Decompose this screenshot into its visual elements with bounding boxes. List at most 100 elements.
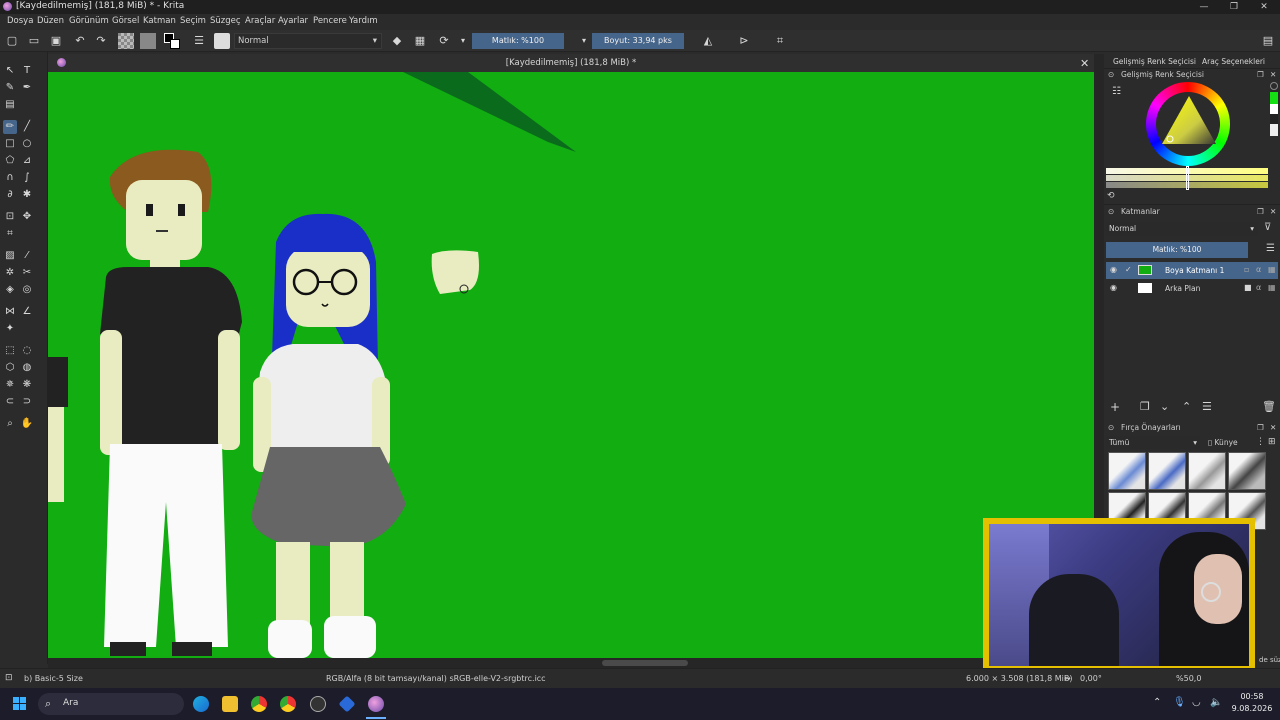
brush-preset-2[interactable] <box>1148 452 1186 490</box>
ellipse-select-icon[interactable]: ◌ <box>20 344 34 358</box>
saturation-value-triangle[interactable] <box>1160 94 1218 146</box>
reference-images-icon[interactable]: ✦ <box>3 322 17 336</box>
alpha-inherit-icon[interactable]: α <box>1256 265 1261 274</box>
tag-dropdown-icon[interactable]: ⋮ <box>1256 437 1265 447</box>
gradient-tool-icon[interactable]: ▨ <box>3 249 17 263</box>
minimize-button[interactable]: — <box>1189 0 1219 14</box>
layers-lock-icon[interactable]: ⊙ <box>1108 207 1114 216</box>
similar-select-icon[interactable]: ❋ <box>20 378 34 392</box>
maximize-button[interactable]: ❐ <box>1219 0 1249 14</box>
visibility-eye-icon[interactable]: ◉ <box>1110 265 1117 274</box>
menu-image[interactable]: Görsel <box>112 16 139 26</box>
alpha-inherit-icon[interactable]: α <box>1256 283 1261 292</box>
visibility-eye-icon[interactable]: ◉ <box>1110 283 1117 292</box>
polygon-tool-icon[interactable]: ⬠ <box>3 154 17 168</box>
bezier-tool-icon[interactable]: ∩ <box>3 171 17 185</box>
bezier-select-icon[interactable]: ⊂ <box>3 395 17 409</box>
brush-preset-icon[interactable] <box>214 33 230 49</box>
layer-filter-icon[interactable]: ⊽ <box>1264 222 1271 233</box>
brush-settings-icon[interactable]: ☰ <box>192 34 206 48</box>
mirror-vertical-icon[interactable]: ⊳ <box>737 34 751 48</box>
workspace-icon[interactable]: ▤ <box>1261 34 1275 48</box>
menu-select[interactable]: Seçim <box>180 16 206 26</box>
menu-file[interactable]: Dosya <box>7 16 33 26</box>
save-icon[interactable]: ▣ <box>49 34 63 48</box>
redo-icon[interactable]: ↷ <box>94 34 108 48</box>
pattern-editing-icon[interactable]: ▤ <box>3 98 17 112</box>
zoom-tool-icon[interactable]: ⌕ <box>3 417 17 431</box>
polyline-tool-icon[interactable]: ⊿ <box>20 154 34 168</box>
brush-preset-4[interactable] <box>1228 452 1266 490</box>
undo-icon[interactable]: ↶ <box>73 34 87 48</box>
layer-properties-icon[interactable]: ☰ <box>1202 400 1212 413</box>
layer-opacity-slider[interactable]: Matlık: %100 <box>1106 242 1248 258</box>
clock-date[interactable]: 9.08.2026 <box>1228 704 1276 713</box>
measure-tool-icon[interactable]: ∠ <box>20 305 34 319</box>
color-selector-settings-icon[interactable]: ☷ <box>1112 86 1121 97</box>
layers-close-icon[interactable]: ✕ <box>1270 207 1276 216</box>
move-layer-down-icon[interactable]: ⌄ <box>1160 400 1169 413</box>
app-icon[interactable] <box>338 695 356 713</box>
eraser-icon[interactable]: ◆ <box>390 34 404 48</box>
horizontal-scrollbar[interactable] <box>48 658 1094 668</box>
menu-settings[interactable]: Ayarlar <box>278 16 308 26</box>
calligraphy-icon[interactable]: ✒ <box>20 81 34 95</box>
tag-add-icon[interactable]: ⊞ <box>1268 437 1276 447</box>
menu-tools[interactable]: Araçlar <box>245 16 275 26</box>
brush-tag-label[interactable]: ▯ Künye <box>1208 438 1238 447</box>
fill-tool-icon[interactable]: ◈ <box>3 283 17 297</box>
taskbar-search[interactable]: ⌕ Ara <box>38 693 184 715</box>
rotation-icon[interactable]: ↔ <box>1064 674 1071 683</box>
color-swatch-light[interactable] <box>1270 124 1278 136</box>
presets-close-icon[interactable]: ✕ <box>1270 423 1276 432</box>
menu-filter[interactable]: Süzgeç <box>210 16 241 26</box>
layer-lock-icon[interactable]: ▫ <box>1244 265 1249 274</box>
mirror-horizontal-icon[interactable]: ◭ <box>701 34 715 48</box>
menu-layer[interactable]: Katman <box>143 16 176 26</box>
ellipse-tool-icon[interactable]: ○ <box>20 137 34 151</box>
move-tool-icon[interactable]: ✥ <box>20 210 34 224</box>
layer-row-background[interactable]: ◉ Arka Plan ■ α ▦ <box>1106 280 1278 297</box>
transform-tool-icon[interactable]: ⊡ <box>3 210 17 224</box>
pattern-preset-icon[interactable] <box>140 33 156 49</box>
tab-advanced-color-selector[interactable]: Gelişmiş Renk Seçicisi <box>1113 57 1196 66</box>
clock-time[interactable]: 00:58 <box>1232 692 1272 701</box>
brush-preset-1[interactable] <box>1108 452 1146 490</box>
horizontal-scroll-thumb[interactable] <box>602 660 688 666</box>
smart-patch-icon[interactable]: ✂ <box>20 266 34 280</box>
close-document-icon[interactable]: ✕ <box>1080 57 1089 70</box>
tray-overflow-icon[interactable]: ⌃ <box>1153 697 1161 708</box>
start-icon[interactable] <box>13 697 27 711</box>
line-tool-icon[interactable]: ╱ <box>20 120 34 134</box>
menu-view[interactable]: Görünüm <box>69 16 109 26</box>
new-document-icon[interactable]: ▢ <box>5 34 19 48</box>
color-swatch-green[interactable] <box>1270 92 1278 104</box>
add-layer-icon[interactable]: + <box>1110 400 1120 414</box>
layer-check-icon[interactable]: ✓ <box>1125 265 1132 274</box>
lock-docker-icon[interactable]: ⊙ <box>1108 70 1114 79</box>
blend-mode-select[interactable]: Normal ▾ <box>234 33 382 49</box>
delete-layer-icon[interactable]: 🗑 <box>1262 400 1276 413</box>
rect-select-icon[interactable]: ⬚ <box>3 344 17 358</box>
crop-tool-icon[interactable]: ⌗ <box>3 227 17 241</box>
layer-row-paint[interactable]: ◉ ✓ Boya Katmanı 1 ▫ α ▦ <box>1106 262 1278 279</box>
opacity-slider[interactable]: Matlık: %100 <box>472 33 564 49</box>
layer-name[interactable]: Arka Plan <box>1165 284 1200 293</box>
presets-float-icon[interactable]: ❐ <box>1257 423 1264 432</box>
contiguous-select-icon[interactable]: ✵ <box>3 378 17 392</box>
menu-help[interactable]: Yardım <box>349 16 378 26</box>
tab-tool-options[interactable]: Araç Seçenekleri <box>1202 57 1265 66</box>
colorize-mask-icon[interactable]: ✲ <box>3 266 17 280</box>
text-tool-icon[interactable]: T <box>20 64 34 78</box>
layers-menu-icon[interactable]: ☰ <box>1266 243 1275 254</box>
freehand-select-icon[interactable]: ◍ <box>20 361 34 375</box>
menu-window[interactable]: Pencere <box>313 16 347 26</box>
microphone-icon[interactable]: 🎙 <box>1173 697 1186 708</box>
krita-taskbar-icon[interactable] <box>368 696 384 712</box>
freehand-path-icon[interactable]: ∫ <box>20 171 34 185</box>
layer-name[interactable]: Boya Katmanı 1 <box>1165 266 1224 275</box>
reload-dropdown-icon[interactable]: ▾ <box>456 34 470 48</box>
menu-edit[interactable]: Düzen <box>37 16 64 26</box>
layer-lock-icon[interactable]: ■ <box>1244 283 1252 292</box>
chrome-icon[interactable] <box>251 696 267 712</box>
